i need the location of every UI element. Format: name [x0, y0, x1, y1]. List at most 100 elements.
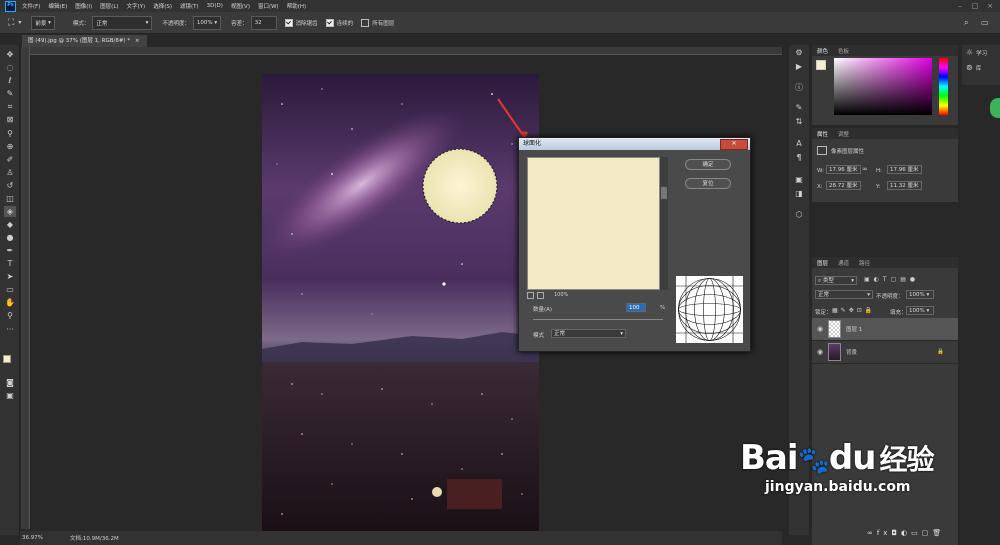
info-panel-icon[interactable]: ⓘ [794, 83, 804, 93]
brush-tool-icon[interactable]: ✐ [4, 154, 16, 165]
visibility-eye-icon[interactable]: ◉ [816, 348, 824, 356]
preview-scrollbar[interactable] [660, 157, 668, 290]
vertical-ruler[interactable] [21, 47, 30, 529]
menu-image[interactable]: 图像(I) [75, 2, 92, 10]
libraries-item[interactable]: ⊚ 库 [966, 63, 1000, 72]
tab-paths[interactable]: 路径 [854, 259, 875, 267]
screen-mode-icon[interactable]: ▣ [4, 390, 16, 401]
dodge-tool-icon[interactable]: ● [4, 232, 16, 243]
menu-edit[interactable]: 编辑(E) [48, 2, 67, 10]
frame-tool-icon[interactable]: ⊠ [4, 114, 16, 125]
layer-filter-select[interactable]: ⌕ 类型 ▾ [815, 276, 857, 285]
paint-bucket-icon[interactable]: ⛶ [8, 18, 14, 28]
tab-close-icon[interactable]: × [135, 38, 140, 44]
stamp-tool-icon[interactable]: ♙ [4, 167, 16, 178]
mode-select[interactable]: 正常 ▾ [551, 329, 626, 338]
tab-swatches[interactable]: 色板 [833, 47, 854, 55]
menu-select[interactable]: 选择(S) [153, 2, 172, 10]
layer-row-background[interactable]: ◉ 背景 🔒 [812, 341, 958, 364]
eyedropper-icon[interactable]: ⚲ [4, 128, 16, 139]
all-layers-checkbox[interactable] [361, 18, 370, 27]
pen-tool-icon[interactable]: ✒ [4, 245, 16, 256]
eraser-tool-icon[interactable]: ◫ [4, 193, 16, 204]
quick-mask-icon[interactable]: ◙ [4, 377, 16, 388]
x-input[interactable]: 28.72 厘米 [826, 181, 861, 190]
menu-layer[interactable]: 图层(L) [100, 2, 118, 10]
tab-layers[interactable]: 图层 [812, 259, 833, 267]
hand-tool-icon[interactable]: ✋ [4, 297, 16, 308]
visibility-eye-icon[interactable]: ◉ [816, 325, 824, 333]
zoom-level[interactable]: 36.97% [22, 535, 60, 541]
layer-row-layer1[interactable]: ◉ 图层 1 [812, 318, 958, 341]
zoom-tool-icon[interactable]: ⚲ [4, 310, 16, 321]
brush-settings-icon[interactable]: ✎ [794, 103, 804, 113]
menu-window[interactable]: 窗口(W) [258, 2, 279, 10]
marquee-tool-icon[interactable]: ◌ [4, 62, 16, 73]
scrollbar-thumb[interactable] [661, 187, 667, 199]
layer-opacity-input[interactable]: 100% ▾ [906, 290, 934, 299]
crop-tool-icon[interactable]: ⌗ [4, 101, 16, 112]
layer-filter-icons[interactable]: ▣◐T▢▤● [864, 276, 919, 283]
ok-button[interactable]: 确定 [685, 159, 731, 170]
amount-slider[interactable] [533, 319, 663, 320]
shape-tool-icon[interactable]: ▭ [4, 284, 16, 295]
paint-bucket-tool-icon[interactable]: ◈ [4, 206, 16, 217]
workspace-icon[interactable]: ▭ [981, 18, 989, 27]
quick-select-icon[interactable]: ✎ [4, 88, 16, 99]
dialog-title-bar[interactable]: 球面化 [519, 138, 750, 150]
menu-3d[interactable]: 3D(D) [207, 3, 223, 9]
history-panel-icon[interactable]: ⚙ [794, 48, 804, 58]
foreground-color-swatch[interactable] [3, 355, 11, 363]
chevron-down-icon[interactable]: ▾ [18, 19, 21, 26]
adjustments-icon[interactable]: ⇅ [794, 117, 804, 127]
tab-color[interactable]: 颜色 [812, 47, 833, 55]
tab-adjustments[interactable]: 调整 [833, 130, 854, 138]
blur-tool-icon[interactable]: ◆ [4, 219, 16, 230]
antialias-checkbox[interactable] [284, 18, 293, 27]
menu-help[interactable]: 帮助(H) [287, 2, 306, 10]
reset-button[interactable]: 复位 [685, 178, 731, 189]
actions-panel-icon[interactable]: ▶ [794, 62, 804, 72]
tab-channels[interactable]: 通道 [833, 259, 854, 267]
width-input[interactable]: 17.96 厘米 [826, 165, 861, 174]
character-panel-icon[interactable]: A [794, 139, 804, 149]
lasso-tool-icon[interactable]: ℓ [4, 75, 16, 86]
maximize-icon[interactable]: □ [970, 0, 980, 12]
amount-input[interactable]: 100 [626, 303, 646, 312]
mode-select[interactable]: 正常 ▾ [92, 15, 153, 30]
zoom-out-icon[interactable] [527, 291, 534, 299]
history-brush-icon[interactable]: ↺ [4, 180, 16, 191]
clone-source-icon[interactable]: ◨ [794, 189, 804, 199]
menu-file[interactable]: 文件(F) [22, 2, 40, 10]
tolerance-input[interactable]: 32 [250, 15, 277, 30]
learn-item[interactable]: ☼ 学习 [966, 48, 1000, 57]
filter-preview[interactable] [527, 157, 660, 290]
fill-source-select[interactable]: 前景 ▾ [31, 15, 55, 30]
navigator-panel-icon[interactable]: ▣ [794, 175, 804, 185]
dialog-close-button[interactable]: ✕ [720, 139, 748, 150]
link-icon[interactable]: ∞ [862, 165, 868, 173]
hue-slider[interactable] [939, 58, 948, 115]
document-tab[interactable]: 图 (49).jpg @ 37% (图层 1, RGB/8#) * × [22, 35, 147, 47]
layer-actions[interactable]: ∞fx◘◐▭▢🗑 [867, 529, 945, 537]
menu-view[interactable]: 视图(V) [231, 2, 250, 10]
lock-icons[interactable]: ▦✎✥⊡🔒 [832, 307, 875, 314]
search-icon[interactable]: ⌕ [964, 18, 968, 28]
close-icon[interactable]: × [985, 0, 995, 12]
side-badge[interactable] [990, 98, 1000, 118]
menu-filter[interactable]: 滤镜(T) [180, 2, 199, 10]
height-input[interactable]: 17.96 厘米 [887, 165, 922, 174]
minimize-icon[interactable]: – [955, 0, 965, 12]
horizontal-ruler[interactable] [30, 47, 782, 55]
menu-type[interactable]: 文字(Y) [127, 2, 146, 10]
color-field[interactable] [834, 58, 932, 115]
paragraph-panel-icon[interactable]: ¶ [794, 153, 804, 163]
healing-brush-icon[interactable]: ⊕ [4, 141, 16, 152]
fill-input[interactable]: 100% ▾ [906, 306, 934, 315]
tab-properties[interactable]: 属性 [812, 130, 833, 138]
zoom-in-icon[interactable] [537, 291, 544, 299]
3d-panel-icon[interactable]: ⬡ [794, 210, 804, 220]
contiguous-checkbox[interactable] [325, 18, 334, 27]
type-tool-icon[interactable]: T [4, 258, 16, 269]
foreground-swatch[interactable] [816, 60, 826, 70]
